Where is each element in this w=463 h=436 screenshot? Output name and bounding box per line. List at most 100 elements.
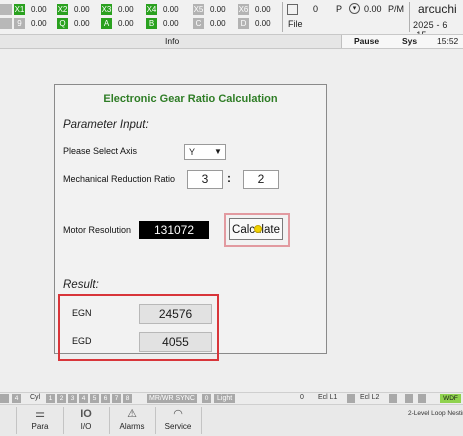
axis-value: 0.00 bbox=[163, 5, 179, 14]
calculate-highlight: Calculate bbox=[224, 213, 290, 247]
axis-indicator: X5 bbox=[193, 4, 204, 15]
axis-indicator: X6 bbox=[238, 4, 249, 15]
alarm-icon: ⚠ bbox=[127, 408, 137, 420]
sys-label: Sys bbox=[402, 36, 418, 46]
motor-resolution-label: Motor Resolution bbox=[63, 225, 132, 235]
axis-value: 0.00 bbox=[31, 19, 47, 28]
cyl-number: 4 bbox=[79, 394, 88, 403]
pm-unit: P/M bbox=[388, 4, 405, 14]
divider bbox=[16, 407, 17, 434]
reduction-ratio-numerator-input[interactable]: 3 bbox=[187, 170, 223, 189]
bottom-nav-bar: ⚌ Para IO I/O ⚠ Alarms ◠ Service 2-Level… bbox=[0, 404, 463, 436]
divider bbox=[201, 407, 202, 434]
file-label: File bbox=[288, 19, 303, 29]
file-status-icon bbox=[287, 4, 298, 15]
cyl-number: 3 bbox=[68, 394, 77, 403]
egd-value: 4055 bbox=[139, 332, 212, 352]
ecl-l1-indicator bbox=[347, 394, 355, 403]
axis-value: 0.00 bbox=[118, 5, 134, 14]
nav-para-button[interactable]: ⚌ Para bbox=[18, 405, 62, 436]
axis-indicator: A bbox=[101, 18, 112, 29]
axis-indicator: Q bbox=[57, 18, 68, 29]
divider bbox=[282, 2, 283, 32]
axis-indicator: X2 bbox=[57, 4, 68, 15]
ecl-l2-indicator bbox=[389, 394, 397, 403]
status-indicator bbox=[405, 394, 413, 403]
axis-indicator: B bbox=[146, 18, 157, 29]
axis-indicator: C bbox=[193, 18, 204, 29]
time-display: 15:52 bbox=[437, 36, 459, 46]
speed-icon: ▾ bbox=[349, 3, 360, 14]
cyl-label: Cyl bbox=[30, 394, 41, 401]
ratio-separator: : bbox=[227, 171, 231, 185]
result-heading: Result: bbox=[63, 279, 99, 291]
cyl-number: 8 bbox=[123, 394, 132, 403]
pause-status: Pause bbox=[354, 36, 380, 46]
axis-value: 0.00 bbox=[255, 19, 271, 28]
nav-service-button[interactable]: ◠ Service bbox=[156, 405, 200, 436]
dialog-title: Electronic Gear Ratio Calculation bbox=[103, 93, 278, 105]
gear-ratio-dialog: Electronic Gear Ratio Calculation Parame… bbox=[54, 84, 327, 361]
p-label: P bbox=[336, 4, 343, 14]
io-icon: IO bbox=[80, 408, 92, 420]
axis-indicator: D bbox=[238, 18, 249, 29]
light-number: 0 bbox=[202, 394, 211, 403]
axis-value: 0.00 bbox=[31, 5, 47, 14]
pm-value: 0.00 bbox=[364, 4, 382, 14]
wdf-badge: WDF bbox=[440, 394, 461, 403]
nav-label: Service bbox=[164, 422, 192, 431]
nav-label: Alarms bbox=[119, 422, 145, 431]
ecl-l1-label: Ecl L1 bbox=[318, 394, 338, 401]
axis-value: 0.00 bbox=[163, 19, 179, 28]
axis-indicator: X3 bbox=[101, 4, 112, 15]
nav-label: Para bbox=[31, 422, 49, 431]
axis-value: 0.00 bbox=[74, 19, 90, 28]
divider bbox=[409, 2, 410, 32]
brand-logo-text: arcuchi bbox=[418, 2, 457, 16]
headset-icon: ◠ bbox=[173, 408, 183, 420]
parameter-input-heading: Parameter Input: bbox=[63, 119, 149, 131]
nav-io-button[interactable]: IO I/O bbox=[64, 405, 108, 436]
reduction-ratio-denominator-input[interactable]: 2 bbox=[243, 170, 279, 189]
zero-value: 0 bbox=[300, 394, 304, 401]
egd-label: EGD bbox=[72, 336, 92, 346]
cyl-number: 5 bbox=[90, 394, 99, 403]
cyl-number: 2 bbox=[57, 394, 66, 403]
egn-value: 24576 bbox=[139, 304, 212, 324]
axis-select[interactable]: Y ▼ bbox=[184, 144, 226, 160]
light-badge: Light bbox=[214, 394, 236, 403]
nav-alarms-button[interactable]: ⚠ Alarms bbox=[110, 405, 154, 436]
egn-label: EGN bbox=[72, 308, 92, 318]
row2-start-square bbox=[0, 18, 12, 29]
sliders-icon: ⚌ bbox=[35, 408, 45, 420]
info-bar: Info Pause Sys 15:52 bbox=[0, 34, 463, 49]
reduction-ratio-label: Mechanical Reduction Ratio bbox=[63, 174, 176, 184]
counter-value: 0 bbox=[313, 4, 319, 14]
mr-wr-sync-badge: MR/WR SYNC bbox=[147, 394, 197, 403]
motor-resolution-input[interactable]: 131072 bbox=[139, 221, 209, 239]
axis-indicator: 9 bbox=[14, 18, 25, 29]
result-highlight: EGN 24576 EGD 4055 bbox=[58, 294, 219, 361]
loop-nesting-text: 2-Level Loop Nesting bbox=[408, 410, 463, 417]
cyl-number: 6 bbox=[101, 394, 110, 403]
mouse-cursor-icon bbox=[254, 225, 262, 233]
axis-select-value: Y bbox=[189, 147, 196, 157]
status-panel: Pause Sys 15:52 bbox=[341, 35, 463, 48]
axis-indicator: X4 bbox=[146, 4, 157, 15]
nav-label: I/O bbox=[80, 422, 92, 431]
status-indicator bbox=[418, 394, 426, 403]
status-square bbox=[0, 394, 9, 403]
cyl-number: 7 bbox=[112, 394, 121, 403]
chevron-down-icon[interactable]: ▼ bbox=[212, 146, 224, 158]
axis-value: 0.00 bbox=[210, 5, 226, 14]
axis-value: 0.00 bbox=[74, 5, 90, 14]
left-number: 4 bbox=[12, 394, 21, 403]
axis-value: 0.00 bbox=[118, 19, 134, 28]
ecl-l2-label: Ecl L2 bbox=[360, 394, 380, 401]
cyl-number: 1 bbox=[46, 394, 55, 403]
info-label: Info bbox=[165, 36, 180, 46]
axis-value: 0.00 bbox=[210, 19, 226, 28]
axis-value: 0.00 bbox=[255, 5, 271, 14]
axis-select-label: Please Select Axis bbox=[63, 146, 138, 156]
row1-start-square bbox=[0, 4, 12, 15]
